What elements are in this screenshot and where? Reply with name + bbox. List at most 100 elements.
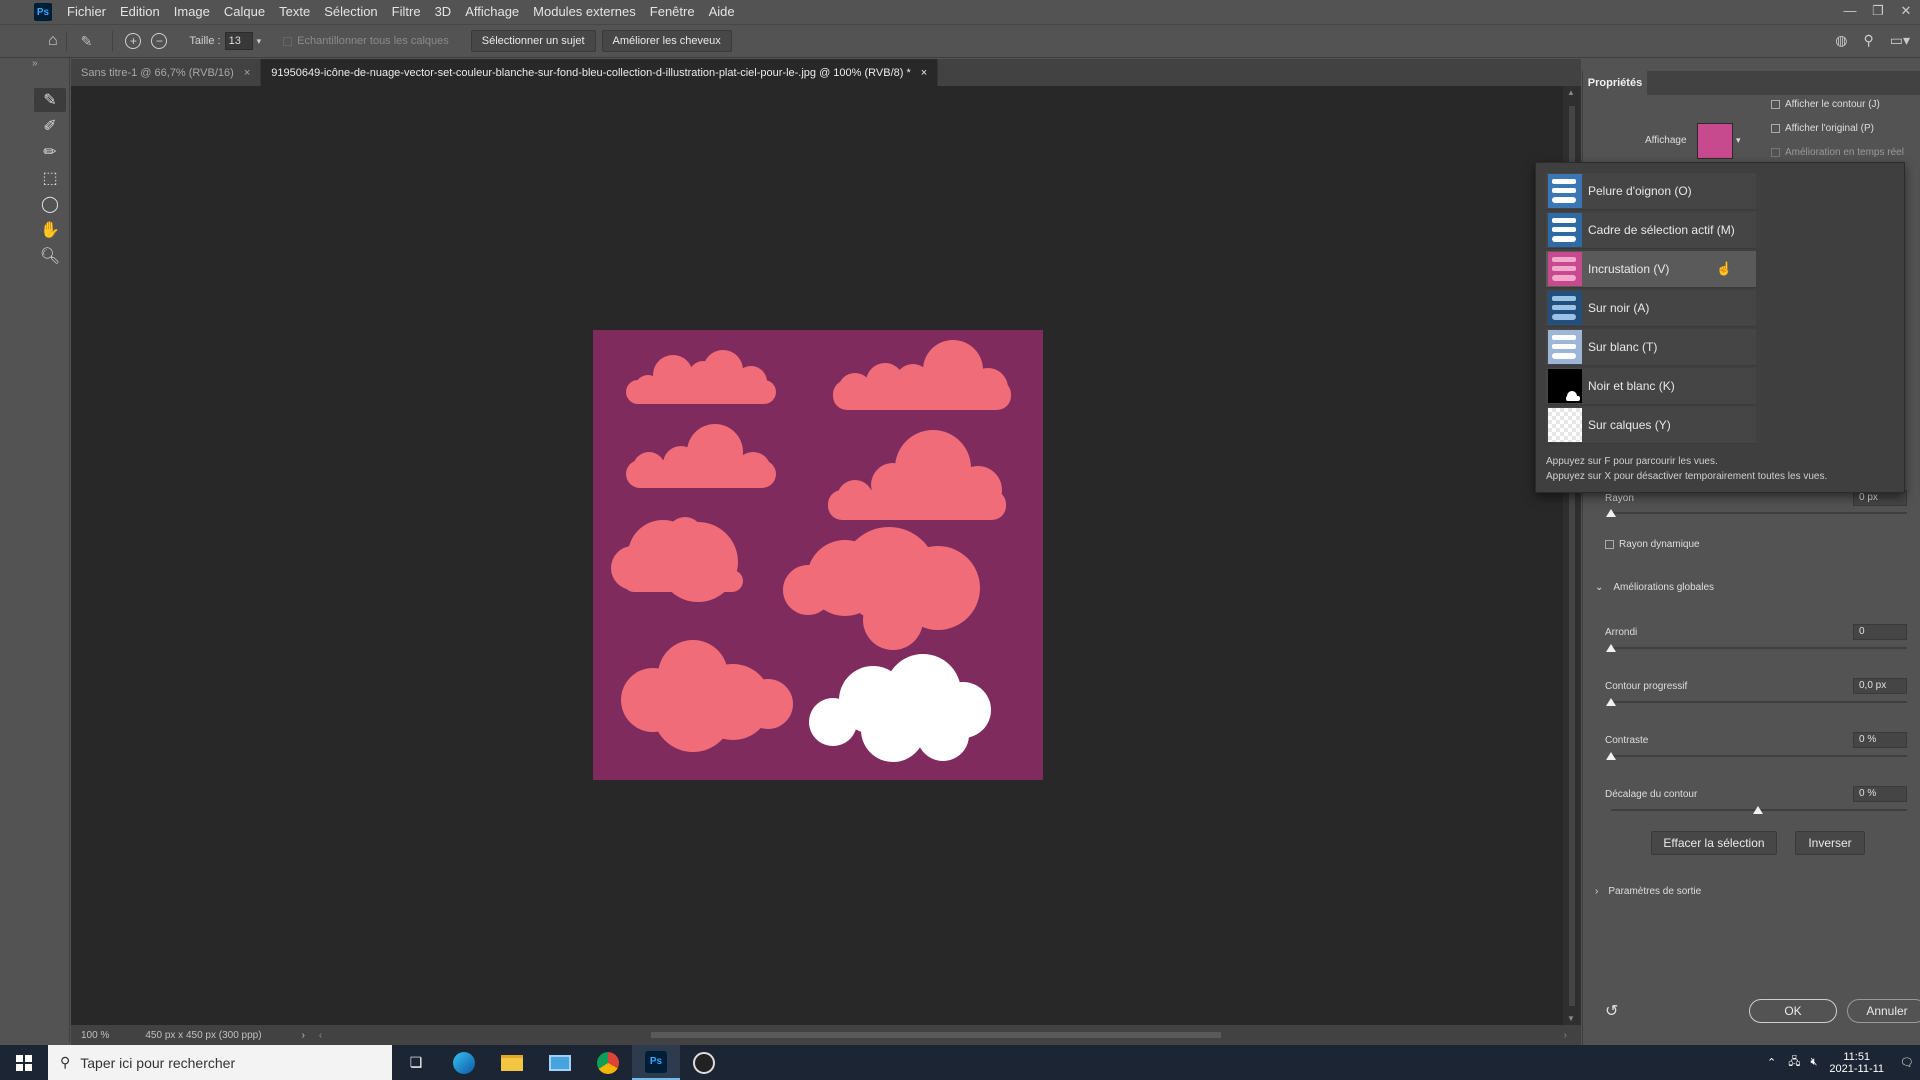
view-mode-thumbnail[interactable] — [1697, 123, 1733, 159]
smooth-slider-knob[interactable] — [1606, 644, 1616, 652]
hand-tool-icon[interactable]: ✋ — [34, 218, 66, 242]
invert-button[interactable]: Inverser — [1795, 831, 1865, 855]
menu-filtre[interactable]: Filtre — [385, 0, 428, 24]
add-to-selection-icon[interactable]: + — [125, 33, 142, 49]
chrome-icon[interactable] — [584, 1045, 632, 1080]
tray-expand-icon[interactable]: ⌃ — [1767, 1056, 1776, 1069]
size-input[interactable]: 13 — [224, 32, 253, 50]
refine-edge-brush-icon[interactable]: ✐ — [34, 114, 66, 138]
notifications-icon[interactable]: 🗨︎ — [1900, 1056, 1914, 1069]
horizontal-scroll-thumb[interactable] — [651, 1032, 1221, 1038]
feather-label: Contour progressif — [1605, 681, 1688, 692]
smart-radius-option[interactable]: Rayon dynamique — [1605, 539, 1700, 550]
clear-selection-button[interactable]: Effacer la sélection — [1651, 831, 1777, 855]
contrast-slider-knob[interactable] — [1606, 752, 1616, 760]
radius-slider-knob[interactable] — [1606, 509, 1616, 517]
menu-modules-externes[interactable]: Modules externes — [526, 0, 643, 24]
quick-selection-tool-icon[interactable]: ✎ — [34, 88, 66, 112]
cancel-button[interactable]: Annuler — [1847, 999, 1920, 1023]
menu-texte[interactable]: Texte — [272, 0, 317, 24]
restore-icon[interactable]: ❐ — [1864, 0, 1892, 24]
zoom-level[interactable]: 100 % — [81, 1030, 109, 1041]
canvas-area[interactable] — [71, 86, 1563, 1025]
document-canvas[interactable] — [593, 330, 1043, 780]
realtime-option[interactable]: Amélioration en temps réel — [1771, 147, 1904, 158]
show-edge-option[interactable]: Afficher le contour (J) — [1771, 99, 1880, 110]
shift-edge-input[interactable]: 0 % — [1853, 786, 1907, 802]
view-option-on-white[interactable]: Sur blanc (T) — [1546, 329, 1756, 366]
smooth-input[interactable]: 0 — [1853, 624, 1907, 640]
menu-fichier[interactable]: Fichier — [60, 0, 113, 24]
brush-tool-icon[interactable]: ✏ — [34, 140, 66, 164]
menu-edition[interactable]: Edition — [113, 0, 167, 24]
refine-hair-button[interactable]: Améliorer les cheveux — [601, 30, 732, 52]
radius-slider[interactable] — [1611, 512, 1907, 514]
feather-slider[interactable] — [1611, 701, 1907, 703]
smooth-slider[interactable] — [1611, 647, 1907, 649]
view-dropdown-icon[interactable]: ▾ — [1736, 135, 1741, 146]
taskbar-search[interactable]: ⚲ Taper ici pour rechercher — [48, 1045, 392, 1080]
collapse-icon[interactable]: » — [32, 58, 38, 69]
tab-cloud-image[interactable]: 91950649-icône-de-nuage-vector-set-coule… — [261, 59, 939, 86]
status-arrow-icon[interactable]: › — [302, 1030, 305, 1041]
ok-button[interactable]: OK — [1749, 999, 1837, 1023]
feather-input[interactable]: 0,0 px — [1853, 678, 1907, 694]
zoom-tool-icon[interactable]: 🔍︎ — [34, 244, 66, 268]
view-option-overlay[interactable]: Incrustation (V) ☝ — [1546, 251, 1756, 288]
close-window-icon[interactable]: ✕ — [1892, 0, 1920, 24]
subtract-from-selection-icon[interactable]: − — [151, 33, 168, 49]
search-icon[interactable]: ⚲ — [1863, 32, 1873, 49]
menu-fenetre[interactable]: Fenêtre — [643, 0, 702, 24]
view-option-on-layers[interactable]: Sur calques (Y) — [1546, 407, 1756, 444]
brush-preset-icon[interactable]: ✎ — [81, 33, 93, 50]
global-refinements-header[interactable]: ⌄ Améliorations globales — [1595, 582, 1714, 593]
remote-desktop-icon[interactable] — [536, 1045, 584, 1080]
size-dropdown-icon[interactable]: ▾ — [257, 36, 262, 47]
contrast-input[interactable]: 0 % — [1853, 732, 1907, 748]
view-option-onion-skin[interactable]: Pelure d'oignon (O) — [1546, 173, 1756, 210]
close-tab-icon[interactable]: × — [921, 67, 927, 79]
home-icon[interactable]: ⌂ — [48, 32, 58, 50]
file-explorer-icon[interactable] — [488, 1045, 536, 1080]
menu-selection[interactable]: Sélection — [317, 0, 384, 24]
start-button[interactable] — [0, 1045, 48, 1080]
cloud-7 — [621, 640, 793, 752]
menu-3d[interactable]: 3D — [428, 0, 459, 24]
view-option-marching-ants[interactable]: Cadre de sélection actif (M) — [1546, 212, 1756, 249]
obs-icon[interactable] — [680, 1045, 728, 1080]
close-tab-icon[interactable]: × — [244, 67, 250, 79]
minimize-icon[interactable]: — — [1836, 0, 1864, 24]
select-subject-button[interactable]: Sélectionner un sujet — [470, 30, 596, 52]
menu-affichage[interactable]: Affichage — [458, 0, 526, 24]
clock[interactable]: 11:51 2021-11-11 — [1829, 1051, 1884, 1075]
workspace-icon[interactable]: ▭▾ — [1890, 32, 1910, 49]
view-option-label: Sur noir (A) — [1588, 301, 1650, 315]
cloud-3 — [626, 424, 776, 488]
shift-edge-slider-knob[interactable] — [1753, 806, 1763, 814]
scroll-left-icon[interactable]: ‹ — [319, 1030, 322, 1041]
tab-proprietes[interactable]: Propriétés — [1583, 71, 1647, 95]
volume-muted-icon[interactable]: 🔇︎ — [1810, 1056, 1817, 1069]
menu-image[interactable]: Image — [167, 0, 217, 24]
reset-icon[interactable]: ↺ — [1605, 1001, 1618, 1021]
view-option-black-white[interactable]: Noir et blanc (K) — [1546, 368, 1756, 405]
scroll-right-icon[interactable]: › — [1564, 1030, 1567, 1041]
output-settings-header[interactable]: › Paramètres de sortie — [1595, 886, 1701, 897]
edge-icon[interactable] — [440, 1045, 488, 1080]
photoshop-taskbar-icon[interactable]: Ps — [632, 1045, 680, 1080]
tab-sans-titre[interactable]: Sans titre-1 @ 66,7% (RVB/16) × — [71, 59, 262, 86]
sample-all-checkbox[interactable] — [283, 36, 293, 46]
view-option-on-black[interactable]: Sur noir (A) — [1546, 290, 1756, 327]
document-info[interactable]: 450 px x 450 px (300 ppp) — [145, 1030, 261, 1041]
menu-calque[interactable]: Calque — [217, 0, 272, 24]
realtime-label: Amélioration en temps réel — [1785, 147, 1904, 158]
user-icon[interactable]: ◍ — [1835, 32, 1847, 49]
feather-slider-knob[interactable] — [1606, 698, 1616, 706]
lasso-tool-icon[interactable]: ◯ — [34, 192, 66, 216]
show-original-option[interactable]: Afficher l'original (P) — [1771, 123, 1874, 134]
task-view-icon[interactable]: ❏ — [392, 1045, 440, 1080]
menu-aide[interactable]: Aide — [702, 0, 742, 24]
contrast-slider[interactable] — [1611, 755, 1907, 757]
network-icon[interactable]: 🖧︎ — [1788, 1053, 1800, 1072]
object-selection-icon[interactable]: ⬚ — [34, 166, 66, 190]
